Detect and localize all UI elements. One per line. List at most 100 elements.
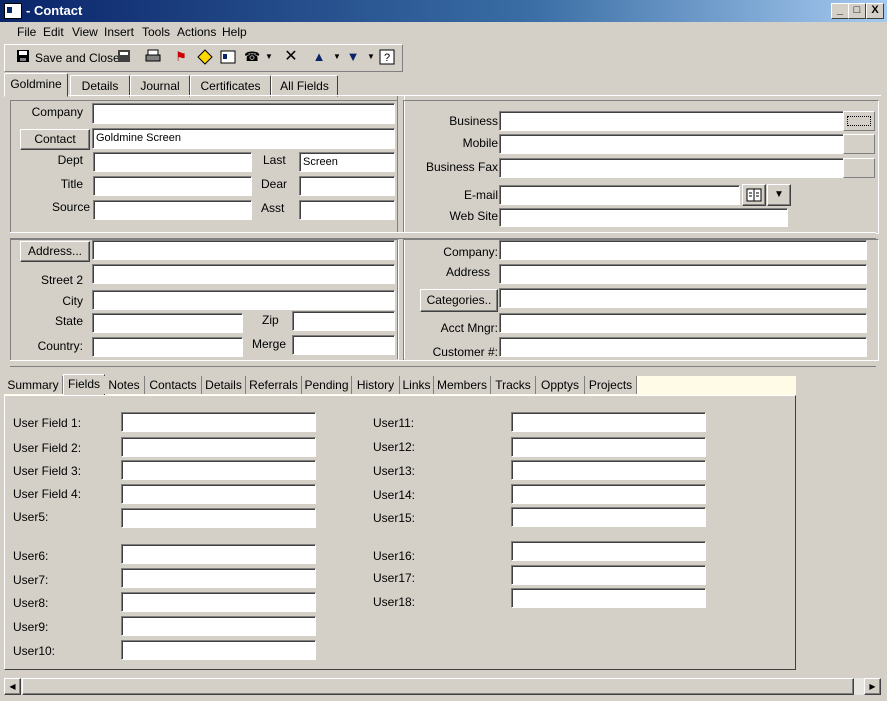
categories-button[interactable]: Categories.. <box>420 289 498 312</box>
user-field-4-input[interactable] <box>121 484 316 504</box>
merge-field[interactable] <box>292 335 395 355</box>
tab-opptys[interactable]: Opptys <box>536 376 585 394</box>
tab-certificates[interactable]: Certificates <box>190 75 271 97</box>
website-field[interactable] <box>499 208 788 227</box>
org-address-field[interactable] <box>499 264 867 284</box>
source-field[interactable] <box>93 200 252 220</box>
tab-journal[interactable]: Journal <box>130 75 190 97</box>
chevron-down-icon[interactable]: ▼ <box>363 49 379 65</box>
phone-icon[interactable]: ☎ <box>244 49 260 65</box>
address-book-icon[interactable] <box>742 184 766 206</box>
user-field-12-input[interactable] <box>511 437 706 457</box>
last-name-field[interactable]: Screen <box>299 152 395 172</box>
scroll-left-icon[interactable]: ◀ <box>4 678 21 695</box>
email-field[interactable] <box>499 185 740 205</box>
delete-icon[interactable]: ✕ <box>283 49 299 65</box>
org-company-field[interactable] <box>499 240 867 260</box>
country-field[interactable] <box>92 337 243 357</box>
menu-edit[interactable]: Edit <box>43 25 64 39</box>
tab-links[interactable]: Links <box>400 376 434 394</box>
user-field-10-input[interactable] <box>121 640 316 660</box>
title-field[interactable] <box>93 176 252 196</box>
dept-field[interactable] <box>93 152 252 172</box>
business-phone-button[interactable] <box>843 111 875 131</box>
state-field[interactable] <box>92 313 243 333</box>
tab-details[interactable]: Details <box>70 75 130 97</box>
chevron-down-icon[interactable]: ▼ <box>261 49 277 65</box>
user-field-5-input[interactable] <box>121 508 316 528</box>
dear-field[interactable] <box>299 176 395 196</box>
user-field-13-input[interactable] <box>511 460 706 480</box>
address-button[interactable]: Address... <box>20 241 90 262</box>
tab-pending[interactable]: Pending <box>302 376 352 394</box>
horizontal-scrollbar[interactable]: ◀ ▶ <box>4 678 881 695</box>
contact-button[interactable]: Contact <box>20 129 90 150</box>
mobile-phone-button[interactable] <box>843 134 875 154</box>
tab-all-fields[interactable]: All Fields <box>271 75 338 97</box>
user-field-8-input[interactable] <box>121 592 316 612</box>
asst-field[interactable] <box>299 200 395 220</box>
email-dropdown-chevron-down-icon[interactable]: ▼ <box>767 184 791 206</box>
follow-up-icon[interactable] <box>197 49 213 65</box>
close-button[interactable]: X <box>866 3 884 19</box>
tab-history[interactable]: History <box>352 376 400 394</box>
menu-view[interactable]: View <box>72 25 98 39</box>
bottom-splitter[interactable] <box>10 360 876 367</box>
tab-details-lower[interactable]: Details <box>202 376 246 394</box>
street-field[interactable] <box>92 240 395 260</box>
user-field-1-input[interactable] <box>121 412 316 432</box>
company-field[interactable] <box>92 103 395 124</box>
scroll-right-icon[interactable]: ▶ <box>864 678 881 695</box>
user-field-16-input[interactable] <box>511 541 706 561</box>
menu-tools[interactable]: Tools <box>142 25 170 39</box>
tab-tracks[interactable]: Tracks <box>491 376 536 394</box>
flag-icon[interactable]: ⚑ <box>173 49 189 65</box>
business-phone-field[interactable] <box>499 111 844 131</box>
previous-item-icon[interactable]: ▲ <box>311 49 327 65</box>
scrollbar-thumb[interactable] <box>22 678 854 695</box>
customer-number-field[interactable] <box>499 337 867 357</box>
contact-name-field[interactable]: Goldmine Screen <box>92 128 395 149</box>
save-icon[interactable] <box>116 49 132 65</box>
chevron-down-icon[interactable]: ▼ <box>329 49 345 65</box>
save-and-close-button[interactable]: Save and Close <box>35 51 120 65</box>
tab-goldmine[interactable]: Goldmine <box>4 73 68 97</box>
help-icon[interactable]: ? <box>379 49 395 65</box>
menu-file[interactable]: File <box>17 25 36 39</box>
user-field-15-input[interactable] <box>511 507 706 527</box>
horizontal-splitter[interactable] <box>10 232 876 239</box>
user-field-11-input[interactable] <box>511 412 706 432</box>
contact-card-small-icon[interactable] <box>220 49 236 65</box>
tab-fields[interactable]: Fields <box>63 374 105 396</box>
tab-contacts[interactable]: Contacts <box>145 376 202 394</box>
print-icon[interactable] <box>145 49 161 65</box>
tab-projects[interactable]: Projects <box>585 376 637 394</box>
menu-actions[interactable]: Actions <box>177 25 216 39</box>
tab-referrals[interactable]: Referrals <box>246 376 302 394</box>
tab-notes[interactable]: Notes <box>104 376 145 394</box>
business-fax-button[interactable] <box>843 158 875 178</box>
minimize-button[interactable]: _ <box>831 3 849 19</box>
user-field-17-input[interactable] <box>511 565 706 585</box>
next-item-icon[interactable]: ▼ <box>345 49 361 65</box>
floppy-disk-icon[interactable] <box>15 49 31 65</box>
user-field-6-input[interactable] <box>121 544 316 564</box>
acct-mngr-field[interactable] <box>499 313 867 333</box>
zip-field[interactable] <box>292 311 395 331</box>
user-field-7-input[interactable] <box>121 568 316 588</box>
maximize-button[interactable]: □ <box>848 3 866 19</box>
user-field-14-input[interactable] <box>511 484 706 504</box>
tab-summary[interactable]: Summary <box>4 376 63 394</box>
city-field[interactable] <box>92 290 395 310</box>
user-field-3-input[interactable] <box>121 460 316 480</box>
user-field-18-input[interactable] <box>511 588 706 608</box>
tab-members[interactable]: Members <box>434 376 491 394</box>
business-fax-field[interactable] <box>499 158 844 178</box>
categories-field[interactable] <box>499 288 867 308</box>
mobile-phone-field[interactable] <box>499 134 844 154</box>
street2-field[interactable] <box>92 264 395 284</box>
menu-insert[interactable]: Insert <box>104 25 134 39</box>
user-field-2-input[interactable] <box>121 437 316 457</box>
menu-help[interactable]: Help <box>222 25 247 39</box>
user-field-9-input[interactable] <box>121 616 316 636</box>
